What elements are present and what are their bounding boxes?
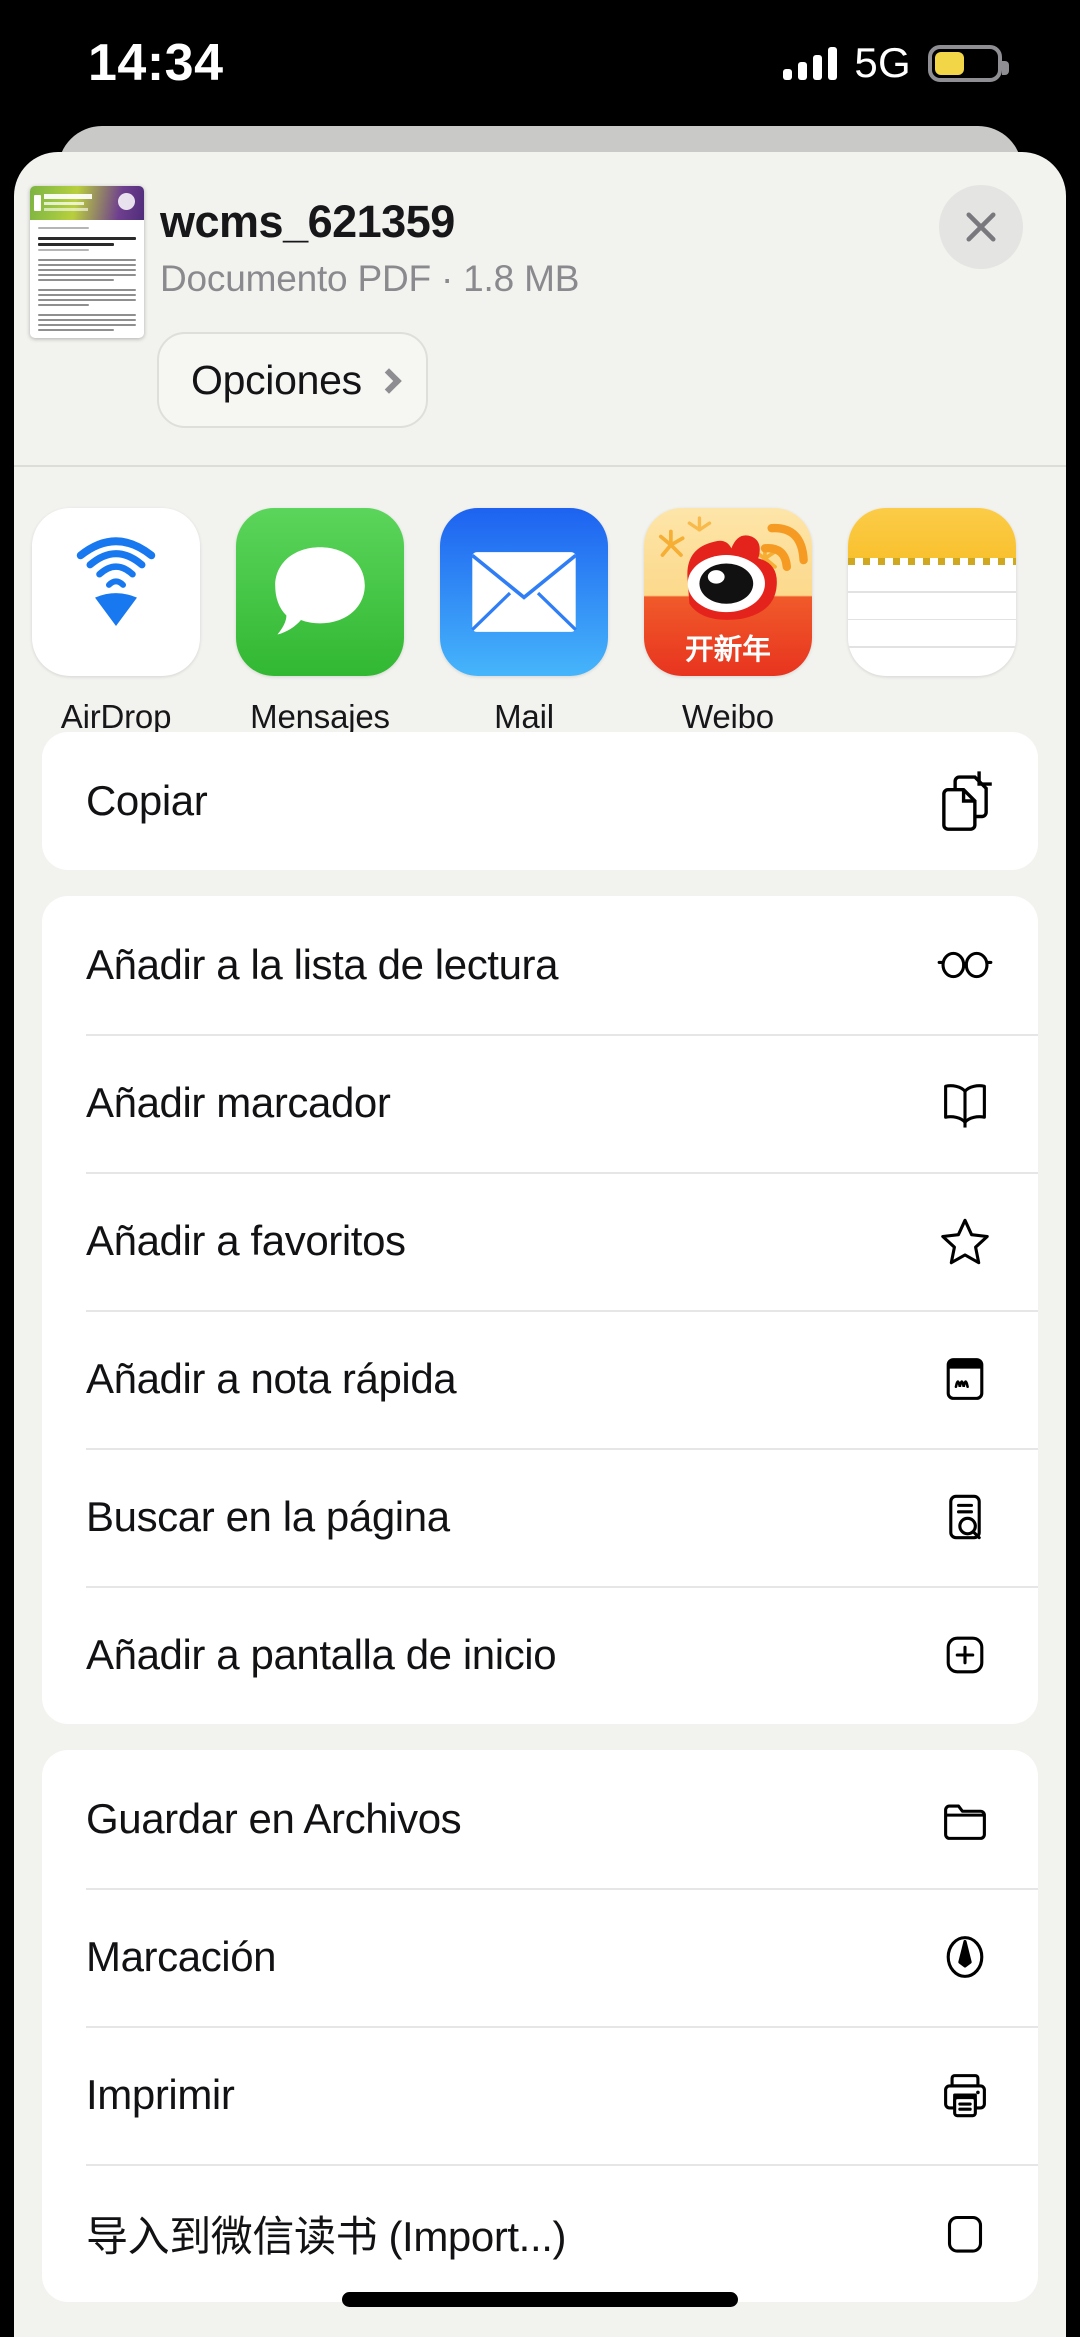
- action-label: Añadir a nota rápida: [86, 1355, 457, 1402]
- chevron-right-icon: [376, 368, 402, 394]
- iphone-screen: 14:34 5G wcms_621359 Documento PDF · 1.8…: [0, 0, 1080, 2337]
- share-target-mensajes[interactable]: Mensajes: [236, 508, 404, 736]
- pdf-thumbnail: [30, 186, 144, 338]
- action-label: Añadir a la lista de lectura: [86, 941, 559, 988]
- book-icon: [934, 1072, 996, 1134]
- status-bar: 14:34 5G: [0, 0, 1080, 118]
- document-meta: Documento PDF · 1.8 MB: [160, 258, 580, 299]
- action-row-import-wechat-reading[interactable]: 导入到微信读书 (Import...): [42, 2164, 1038, 2302]
- action-row-markup[interactable]: Marcación: [42, 1888, 1038, 2026]
- action-label: Copiar: [86, 777, 208, 824]
- quick-note-icon: [934, 1348, 996, 1410]
- mail-icon: [440, 508, 608, 676]
- weibo-icon: 开新年: [644, 508, 812, 676]
- status-bar-indicators: 5G: [783, 39, 1009, 87]
- cellular-bars-icon: [783, 46, 838, 80]
- find-in-page-icon: [934, 1486, 996, 1548]
- action-label: Añadir a pantalla de inicio: [86, 1631, 557, 1678]
- action-row-reading-list[interactable]: Añadir a la lista de lectura: [42, 896, 1038, 1034]
- close-button[interactable]: [939, 185, 1023, 269]
- share-sheet-header: wcms_621359 Documento PDF · 1.8 MB Opcio…: [14, 152, 1066, 465]
- options-button[interactable]: Opciones: [157, 332, 428, 428]
- action-row-copiar[interactable]: Copiar: [42, 732, 1038, 870]
- action-row-add-to-home-screen[interactable]: Añadir a pantalla de inicio: [42, 1586, 1038, 1724]
- svg-text:开新年: 开新年: [685, 633, 771, 666]
- status-bar-network: 5G: [854, 39, 911, 86]
- share-target-weibo[interactable]: 开新年 Weibo: [644, 508, 812, 736]
- share-target-notes[interactable]: [848, 508, 1016, 698]
- battery-low-power-icon: [928, 44, 1009, 82]
- options-button-label: Opciones: [191, 356, 362, 403]
- action-label: Marcación: [86, 1933, 277, 1980]
- action-row-add-favorites[interactable]: Añadir a favoritos: [42, 1172, 1038, 1310]
- action-label: 导入到微信读书 (Import...): [86, 2212, 567, 2260]
- share-target-label: Mensajes: [250, 698, 390, 735]
- share-target-mail[interactable]: Mail: [440, 508, 608, 736]
- messages-icon: [236, 508, 404, 676]
- action-label: Añadir marcador: [86, 1079, 391, 1126]
- folder-icon: [934, 1788, 996, 1850]
- share-target-label: AirDrop: [60, 698, 172, 735]
- share-target-label: Mail: [494, 698, 554, 735]
- action-group-2: Añadir a la lista de lectura Añadir marc…: [42, 896, 1038, 1724]
- airdrop-icon: [32, 508, 200, 676]
- import-icon: [934, 2202, 996, 2264]
- glasses-icon: [934, 934, 996, 996]
- action-label: Guardar en Archivos: [86, 1795, 462, 1842]
- action-row-quick-note[interactable]: Añadir a nota rápida: [42, 1310, 1038, 1448]
- action-label: Añadir a favoritos: [86, 1217, 406, 1264]
- action-group-3: Guardar en Archivos Marcación Imprimir 导…: [42, 1750, 1038, 2302]
- share-target-label: Weibo: [682, 698, 774, 735]
- add-to-home-icon: [934, 1624, 996, 1686]
- action-list: Copiar Añadir a la lista de lectura Añad…: [14, 732, 1066, 2328]
- star-icon: [934, 1210, 996, 1272]
- notes-icon: [848, 508, 1016, 676]
- action-row-print[interactable]: Imprimir: [42, 2026, 1038, 2164]
- action-group-1: Copiar: [42, 732, 1038, 870]
- printer-icon: [934, 2064, 996, 2126]
- copy-icon: [934, 770, 996, 832]
- action-row-save-to-files[interactable]: Guardar en Archivos: [42, 1750, 1038, 1888]
- close-icon: [966, 212, 996, 242]
- share-target-airdrop[interactable]: AirDrop: [32, 508, 200, 736]
- action-row-add-bookmark[interactable]: Añadir marcador: [42, 1034, 1038, 1172]
- action-label: Imprimir: [86, 2071, 235, 2118]
- status-bar-time: 14:34: [88, 34, 224, 92]
- share-sheet: wcms_621359 Documento PDF · 1.8 MB Opcio…: [14, 152, 1066, 2337]
- action-label: Buscar en la página: [86, 1493, 450, 1540]
- share-targets-row[interactable]: AirDrop Mensajes Mail 开新年 Weibo: [14, 466, 1066, 735]
- home-indicator[interactable]: [342, 2292, 738, 2307]
- markup-pen-icon: [934, 1926, 996, 1988]
- action-row-find-in-page[interactable]: Buscar en la página: [42, 1448, 1038, 1586]
- page-title: wcms_621359: [160, 196, 455, 247]
